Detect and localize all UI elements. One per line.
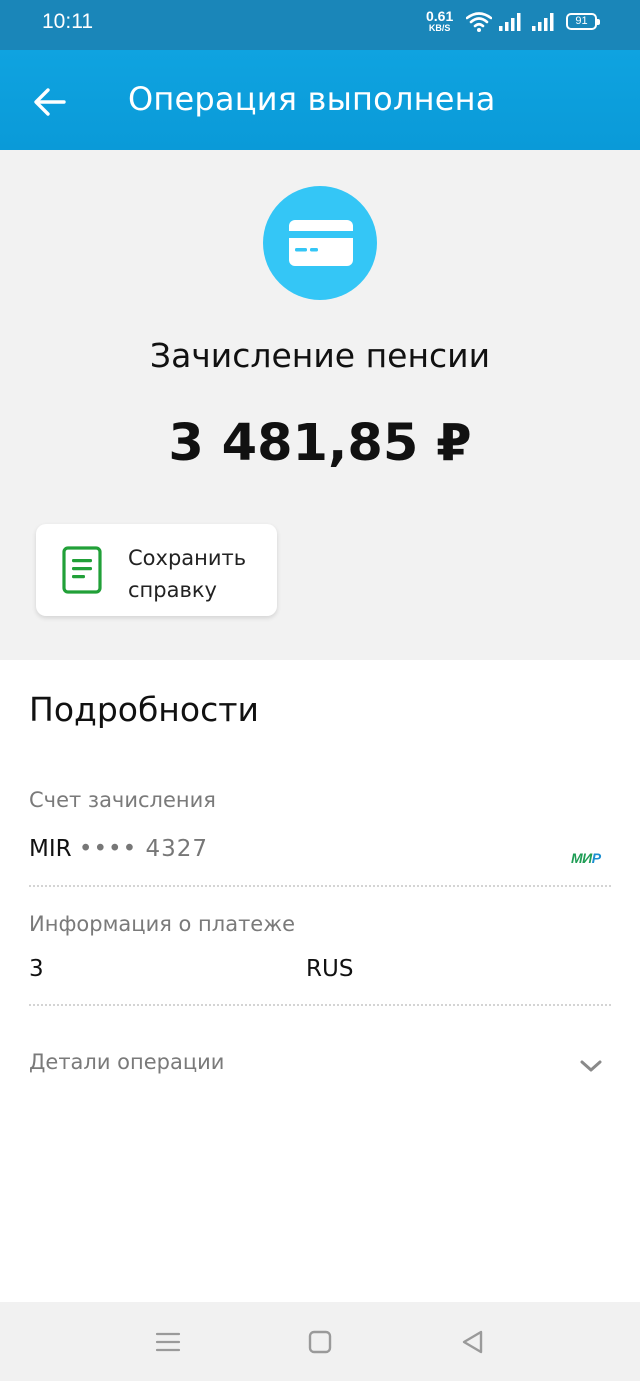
chevron-down-icon[interactable] <box>578 1058 604 1074</box>
page-title: Операция выполнена <box>128 80 496 118</box>
save-receipt-line1: Сохранить <box>128 546 247 570</box>
arrow-left-icon[interactable] <box>30 82 70 122</box>
menu-icon[interactable] <box>153 1327 183 1357</box>
account-label: Счет зачисления <box>29 788 216 812</box>
credit-card-icon <box>289 220 353 266</box>
account-value: MIR •••• 4327 <box>29 836 208 862</box>
wifi-icon <box>466 12 492 32</box>
details-title: Подробности <box>29 690 259 729</box>
operation-details-toggle[interactable]: Детали операции <box>0 1038 640 1094</box>
operation-summary: Зачисление пенсии 3 481,85 ₽ Сохранить с… <box>0 150 640 660</box>
card-masked-number: •••• 4327 <box>78 836 209 862</box>
payment-info-value-right: RUS <box>306 956 354 982</box>
divider <box>29 1004 611 1006</box>
status-time: 10:11 <box>42 10 93 33</box>
signal-icon <box>499 13 521 31</box>
document-icon <box>62 546 102 594</box>
save-receipt-label: Сохранить справку <box>128 542 268 606</box>
details-section: Подробности Счет зачисления MIR •••• 432… <box>0 660 640 1302</box>
payment-info-value-left: 3 <box>29 956 44 982</box>
app-bar: Операция выполнена <box>0 50 640 150</box>
divider <box>29 885 611 887</box>
network-speed: 0.61 KB/S <box>426 9 453 33</box>
card-brand: MIR <box>29 836 72 862</box>
payment-info-label: Информация о платеже <box>29 912 296 936</box>
save-receipt-button[interactable]: Сохранить справку <box>36 524 277 616</box>
signal-icon <box>532 13 554 31</box>
operation-amount: 3 481,85 ₽ <box>168 414 472 473</box>
home-square-icon[interactable] <box>305 1327 335 1357</box>
operation-icon-circle <box>263 186 377 300</box>
network-speed-value: 0.61 <box>426 8 454 24</box>
save-receipt-line2: справку <box>128 578 217 602</box>
operation-details-label: Детали операции <box>29 1050 225 1074</box>
battery-icon: 91 <box>566 13 600 30</box>
system-nav-bar <box>0 1302 640 1381</box>
operation-title: Зачисление пенсии <box>149 336 491 375</box>
network-speed-unit: KB/S <box>428 23 451 33</box>
status-bar: 10:11 0.61 KB/S 91 <box>0 0 640 50</box>
mir-logo: МИР <box>571 850 601 866</box>
back-triangle-icon[interactable] <box>458 1327 488 1357</box>
